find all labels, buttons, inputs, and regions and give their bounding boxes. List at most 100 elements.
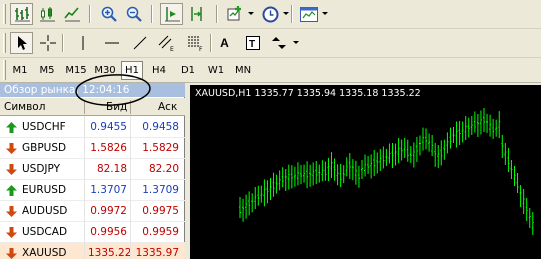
price-bar: [455, 121, 458, 148]
horizontal-line-button[interactable]: [100, 32, 123, 54]
vertical-line-button[interactable]: [71, 32, 94, 54]
templates-dropdown-arrow[interactable]: [322, 12, 328, 15]
timeframe-w1[interactable]: W1: [205, 61, 227, 80]
price-bar: [251, 193, 254, 213]
trend-line-button[interactable]: [128, 32, 151, 54]
price-up-arrow-icon: [6, 185, 17, 196]
price-bar: [367, 156, 370, 174]
column-header-symbol[interactable]: Символ: [4, 98, 45, 116]
timeframe-m30[interactable]: M30: [92, 61, 118, 80]
price-bar: [293, 166, 296, 187]
indicators-dropdown-arrow[interactable]: [248, 12, 254, 15]
market-watch-row[interactable]: USDCHF 0.9455 0.9458: [0, 117, 185, 138]
autoscroll-button[interactable]: [160, 3, 183, 25]
zoom-out-button[interactable]: [122, 3, 145, 25]
price-bar: [476, 114, 479, 137]
price-bar: [489, 114, 492, 137]
price-bar: [467, 117, 470, 138]
svg-text:F: F: [199, 46, 203, 52]
crosshair-button[interactable]: [36, 32, 59, 54]
timeframe-mn[interactable]: MN: [231, 61, 255, 80]
equidistant-channel-button[interactable]: E: [155, 32, 178, 54]
arrows-button[interactable]: [267, 32, 290, 54]
price-bar: [370, 154, 373, 179]
price-bar: [498, 111, 501, 139]
market-watch-title[interactable]: Обзор рынка: 12:04:16: [0, 83, 185, 97]
toolbar-grip[interactable]: [3, 60, 6, 80]
price-bar: [418, 135, 421, 156]
zoom-out-icon: [126, 6, 142, 22]
bid-price: 0.9972: [90, 205, 127, 217]
price-bar: [528, 208, 531, 228]
timeframe-d1[interactable]: D1: [177, 61, 199, 80]
toolbar-grip[interactable]: [3, 4, 6, 24]
price-bar: [495, 119, 498, 137]
price-bar: [458, 121, 461, 145]
market-watch-row[interactable]: EURUSD 1.3707 1.3709: [0, 180, 185, 201]
market-watch-row[interactable]: USDJPY 82.18 82.20: [0, 159, 185, 180]
column-divider: [130, 116, 131, 259]
timeframe-h4[interactable]: H4: [148, 61, 170, 80]
timeframe-m5[interactable]: M5: [36, 61, 58, 80]
market-watch-row[interactable]: GBPUSD 1.5826 1.5829: [0, 138, 185, 159]
price-bar: [397, 138, 400, 163]
price-bar: [391, 143, 394, 168]
periodicity-dropdown-arrow[interactable]: [283, 12, 289, 15]
zoom-in-button[interactable]: [97, 3, 120, 25]
price-bar: [516, 173, 519, 193]
price-bar: [385, 149, 388, 166]
bar-chart-icon: [14, 7, 30, 22]
chart-shift-button[interactable]: [185, 3, 208, 25]
column-divider[interactable]: [84, 100, 85, 114]
price-bar: [257, 185, 260, 206]
timeframe-h1[interactable]: H1: [121, 61, 143, 80]
text-button[interactable]: A: [213, 32, 236, 54]
price-bar: [388, 143, 391, 164]
price-bar: [321, 160, 324, 182]
toolbar-grip[interactable]: [3, 33, 6, 53]
arrows-dropdown-arrow[interactable]: [293, 41, 299, 44]
price-bar: [406, 139, 409, 162]
indicators-button[interactable]: [224, 3, 247, 25]
bar-chart-button[interactable]: [10, 3, 33, 25]
templates-button[interactable]: [297, 3, 320, 25]
price-bar: [296, 162, 299, 186]
templates-icon: [299, 6, 318, 22]
column-header-ask[interactable]: Аск: [158, 98, 177, 116]
toolbar-separator: [151, 5, 153, 23]
price-bar: [245, 194, 248, 219]
market-watch-row[interactable]: XAUUSD 1335.22 1335.97: [0, 243, 185, 259]
price-bar: [318, 164, 321, 183]
horizontal-line-icon: [104, 42, 119, 44]
price-bar: [483, 108, 485, 133]
price-chart[interactable]: XAUUSD,H1 1335.77 1335.94 1335.18 1335.2…: [190, 85, 541, 259]
timeframe-m15[interactable]: M15: [63, 61, 89, 80]
column-divider[interactable]: [130, 100, 131, 114]
price-bar: [306, 161, 309, 189]
bid-price: 1.3707: [90, 184, 127, 196]
svg-text:E: E: [170, 46, 174, 52]
autoscroll-icon: [164, 7, 180, 22]
price-bar: [519, 185, 522, 207]
column-header-bid[interactable]: Бид: [106, 98, 127, 116]
symbol-name: EURUSD: [22, 184, 67, 196]
price-bar: [315, 161, 318, 184]
ask-price: 0.9959: [142, 226, 179, 238]
market-watch-row[interactable]: USDCAD 0.9956 0.9959: [0, 222, 185, 243]
text-label-box-button[interactable]: T: [241, 32, 264, 54]
price-bar: [425, 128, 428, 150]
candlestick-chart-button[interactable]: [35, 3, 58, 25]
timeframe-m1[interactable]: M1: [9, 61, 31, 80]
main-toolbar: [0, 0, 541, 29]
price-bar: [394, 143, 397, 166]
fibonacci-retracement-button[interactable]: F: [184, 32, 207, 54]
market-watch-row[interactable]: AUDUSD 0.9972 0.9975: [0, 201, 185, 222]
cursor-button[interactable]: [10, 32, 33, 54]
cursor-arrow-icon: [17, 36, 27, 50]
line-chart-button[interactable]: [60, 3, 83, 25]
price-bar: [312, 162, 315, 186]
arrows-icon: [271, 37, 286, 49]
periodicity-button[interactable]: [259, 3, 282, 25]
price-bar: [361, 160, 363, 179]
price-bar: [403, 138, 406, 158]
